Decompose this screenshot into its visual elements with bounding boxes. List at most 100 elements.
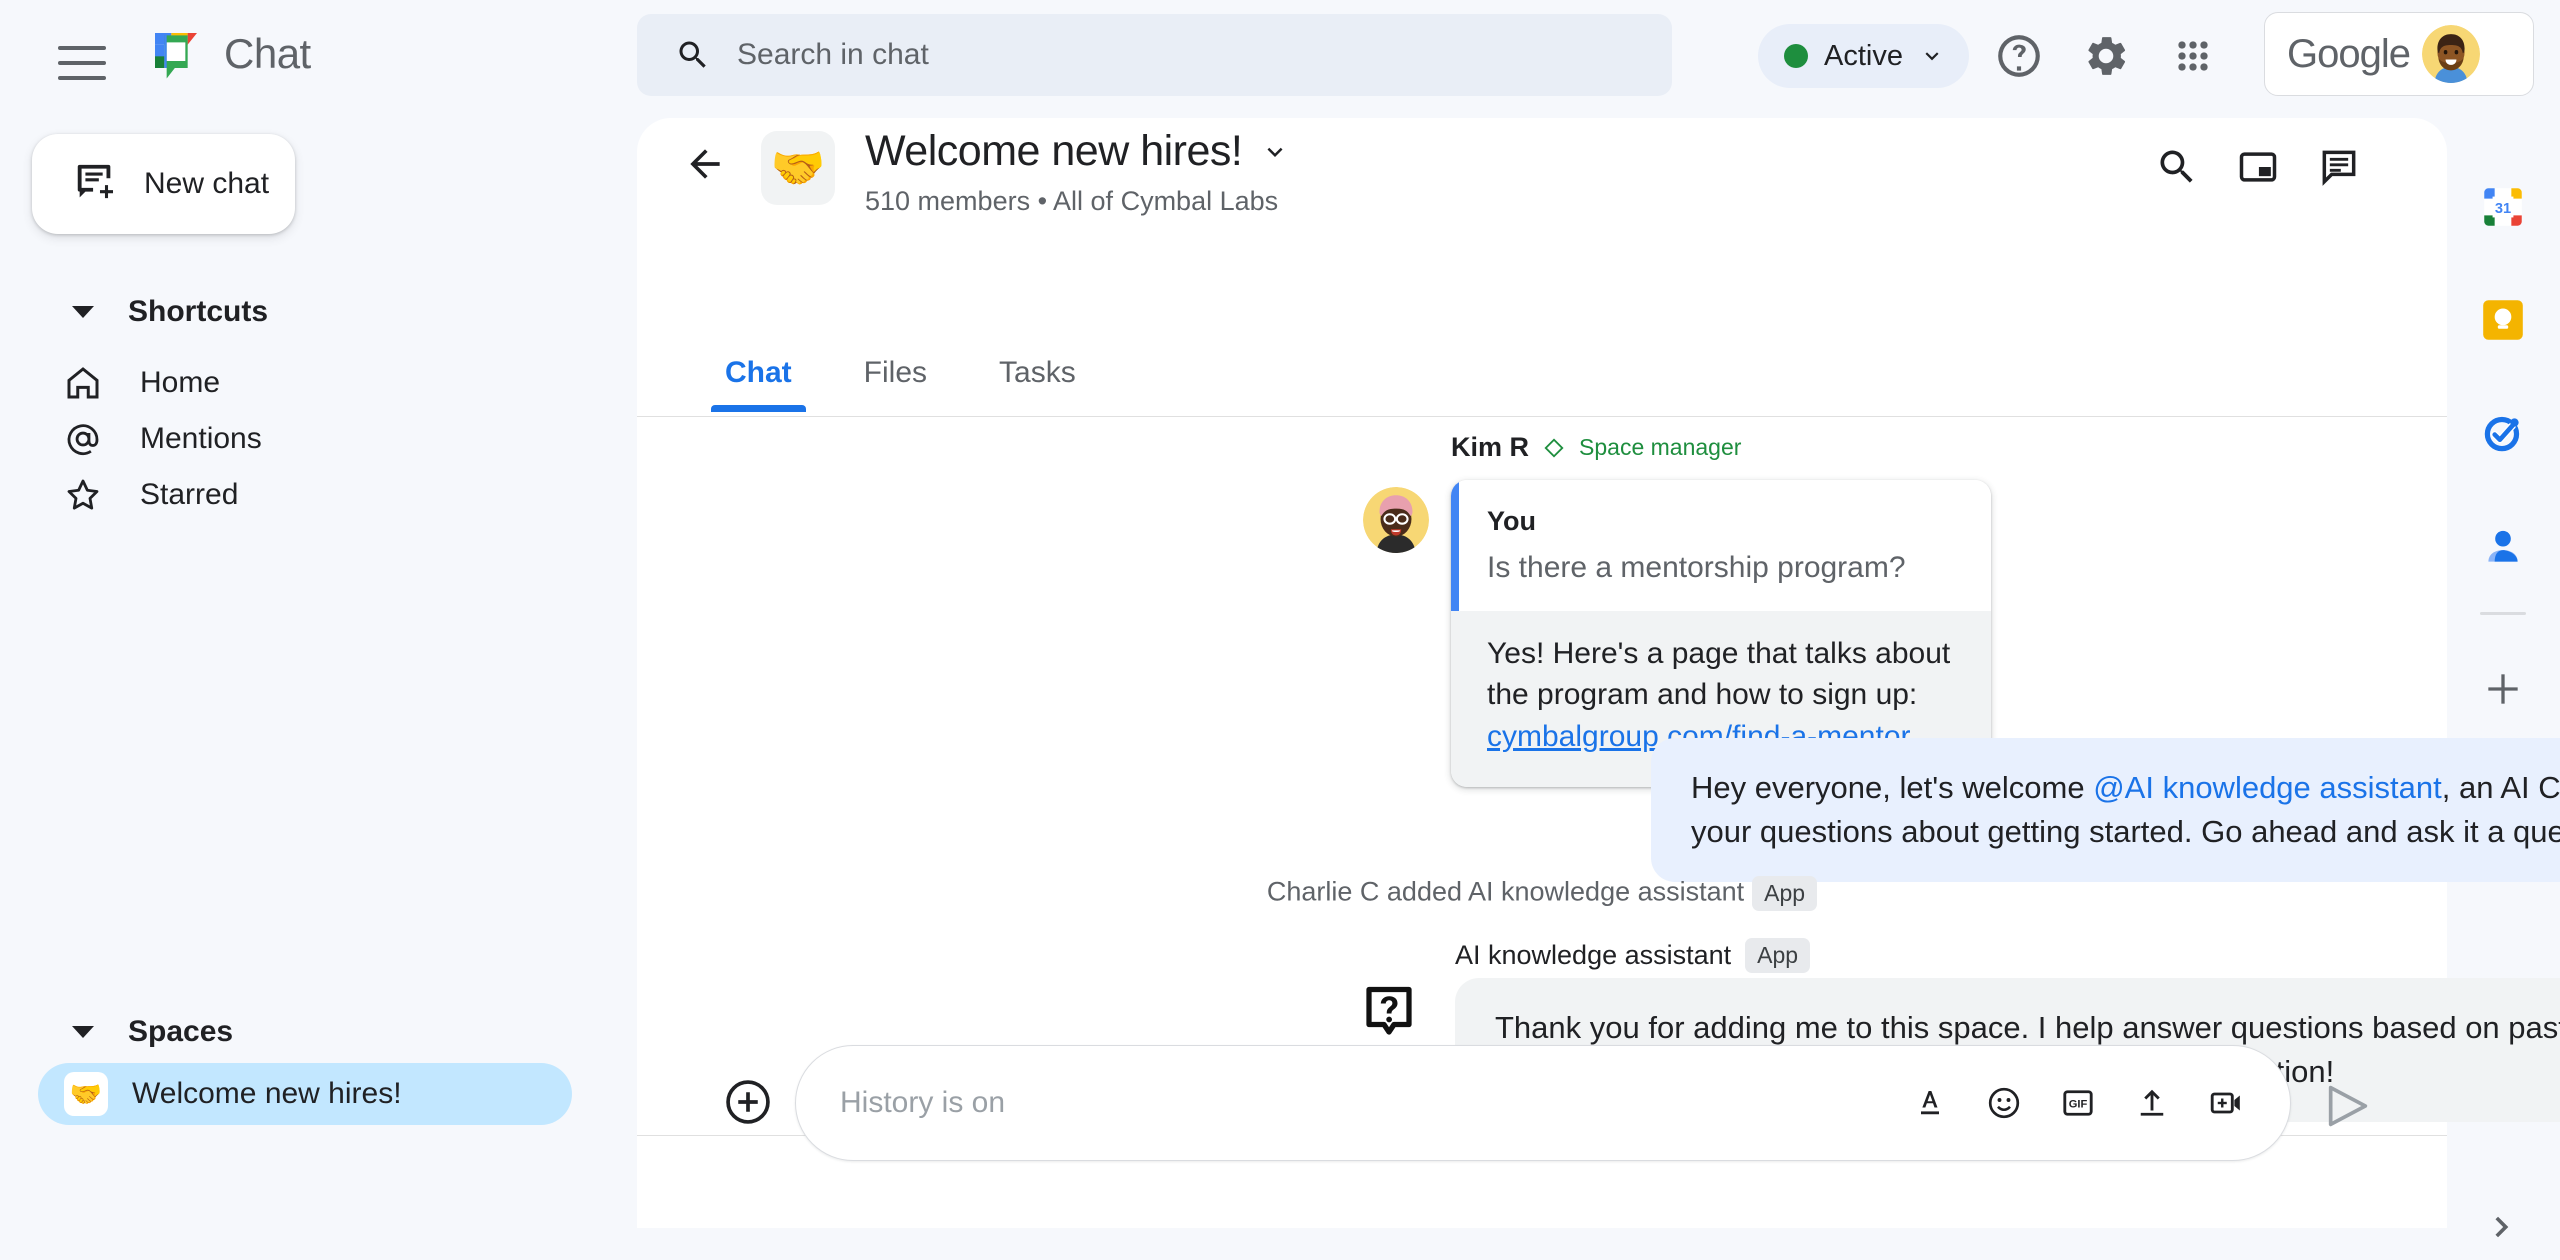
diamond-icon [1544,437,1564,458]
apps-grid-icon [2178,41,2208,71]
hamburger-icon[interactable] [58,46,106,80]
star-icon [67,479,99,510]
sidebar-item-starred[interactable]: Starred [62,464,602,526]
mention-link[interactable]: @AI knowledge assistant [2093,770,2442,805]
apps-button[interactable] [2167,30,2219,82]
help-circle-icon [1998,35,2040,77]
google-keep-icon [2483,300,2523,340]
avatar[interactable] [2421,25,2480,83]
sidebar-item-home[interactable]: Home [62,352,602,414]
quote-text: Is there a mentorship program? [1487,551,1906,584]
google-keep-button[interactable] [2477,294,2529,346]
expand-panel-button[interactable] [2481,1205,2525,1249]
message-text: Yes! Here's a page that talks about the … [1487,637,1951,712]
assistant-avatar[interactable] [1359,982,1419,1042]
add-attachment-button[interactable] [722,1076,776,1130]
search-input[interactable]: Search in chat [637,14,1672,96]
space-subtitle: 510 members • All of Cymbal Labs [865,186,1279,216]
picture-in-picture-button[interactable] [2231,140,2285,194]
system-event-row: Charlie C added AI knowledge assistant Ap… [637,876,2447,911]
app-badge: App [1752,876,1818,911]
upload-button[interactable] [2132,1083,2172,1123]
user-avatar [2421,25,2480,83]
caret-down-icon [72,306,94,318]
page-title: Welcome new hires! [865,127,1243,175]
spaces-section-header[interactable]: Spaces [72,1015,233,1049]
space-header: 🤝 Welcome new hires! 510 members • All o… [637,118,2447,216]
message-sender-assistant: AI knowledge assistant App [1455,938,1811,973]
gear-icon [2088,37,2126,75]
space-title-button[interactable]: Welcome new hires! [865,127,1290,176]
tab-chat[interactable]: Chat [689,356,828,412]
status-button[interactable]: Active [1758,24,1969,88]
calendar-day-number: 31 [2495,201,2511,217]
tab-tasks[interactable]: Tasks [963,356,1112,412]
sidebar: New chat Shortcuts Home Mentions Starred… [0,125,637,1260]
video-add-button[interactable] [2206,1083,2246,1123]
google-calendar-button[interactable]: 31 [2477,181,2529,233]
thread-panel-button[interactable] [2312,140,2366,194]
composer-toolbar: GIF [1910,1083,2246,1123]
message-text-before: Hey everyone, let's welcome [1691,770,2094,805]
google-account-chip[interactable]: Google [2264,12,2534,96]
picture-in-picture-icon [2239,152,2277,182]
upload-icon [2140,1089,2164,1116]
add-app-button[interactable] [2477,663,2529,715]
message-composer[interactable]: History is on GIF [795,1045,2291,1161]
new-chat-icon [77,164,114,199]
settings-button[interactable] [2080,30,2132,82]
sidebar-item-starred-label: Starred [140,478,239,511]
sidebar-item-welcome-new-hires[interactable]: 🤝 Welcome new hires! [38,1063,572,1125]
sender-name: AI knowledge assistant [1455,940,1732,970]
rail-divider [2480,612,2526,615]
quote-accent-bar [1451,480,1459,611]
chevron-down-icon [1267,147,1283,157]
tabs-divider [637,416,2447,417]
google-calendar-icon: 31 [2484,188,2522,226]
emoji-icon [1988,1087,2020,1119]
space-search-button[interactable] [2150,140,2204,194]
thread-panel-icon [2322,150,2356,186]
search-icon [2160,150,2193,183]
google-chat-logo [155,33,197,79]
avatar[interactable] [1363,487,1429,553]
shortcuts-section-header[interactable]: Shortcuts [72,295,268,329]
at-sign-icon [67,424,99,456]
google-contacts-icon [2488,530,2518,562]
message-sender-kim: Kim R Space manager [1451,432,1741,463]
format-text-button[interactable] [1910,1083,1950,1123]
send-icon [2328,1085,2368,1127]
google-wordmark: Google [2287,31,2411,76]
message-list: Kim R Space manager You Is there a mento… [637,418,2560,1123]
send-button[interactable] [2322,1080,2374,1132]
back-button[interactable] [683,142,727,191]
status-label: Active [1824,39,1903,72]
emoji-button[interactable] [1984,1083,2024,1123]
sidebar-item-home-label: Home [140,366,221,399]
tab-files[interactable]: Files [828,356,963,412]
google-contacts-button[interactable] [2477,520,2529,572]
app-title: Chat [224,30,311,77]
google-tasks-button[interactable] [2477,407,2529,459]
space-manager-label: Space manager [1579,434,1742,460]
caret-down-icon [72,1026,94,1038]
sidebar-item-mentions[interactable]: Mentions [62,408,602,470]
back-arrow-icon [690,149,720,179]
app-badge: App [1745,938,1811,973]
gif-icon: GIF [2063,1090,2093,1116]
help-button[interactable] [1993,30,2045,82]
svg-text:GIF: GIF [2069,1099,2088,1111]
top-bar: Chat Search in chat Active Google [0,0,2560,125]
side-apps-rail: 31 [2447,125,2560,1260]
new-chat-button[interactable]: New chat [32,134,295,234]
chevron-down-icon [1925,52,1939,61]
quote-author: You [1487,506,1536,536]
composer-placeholder: History is on [840,1086,1006,1119]
add-circle-icon [726,1080,770,1124]
kim-avatar [1363,487,1429,553]
sender-name: Kim R [1451,432,1530,462]
system-event-text: Charlie C added AI knowledge assistant [1266,876,1745,907]
new-chat-label: New chat [144,167,270,200]
google-tasks-icon [2484,416,2520,452]
gif-button[interactable]: GIF [2058,1083,2098,1123]
